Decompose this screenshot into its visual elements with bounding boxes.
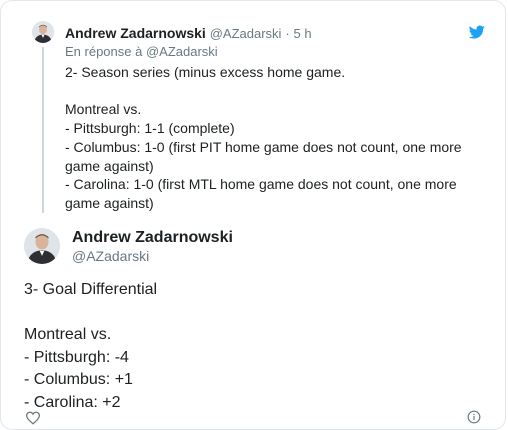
parent-line: - Carolina: 1-0 (first MTL home game doe…: [65, 176, 457, 211]
info-icon[interactable]: [467, 410, 481, 424]
main-line: - Carolina: +2: [24, 393, 121, 411]
main-tweet-text: 3- Goal Differential Montreal vs. - Pitt…: [24, 279, 484, 414]
parent-tweet-header: Andrew Zadarnowski @AZadarski · 5 h: [65, 25, 312, 42]
main-author-avatar[interactable]: [24, 228, 60, 264]
separator-dot: ·: [285, 26, 290, 41]
reply-context[interactable]: En réponse à @AZadarski: [65, 44, 218, 60]
thread-connector-line: [42, 47, 44, 213]
parent-tweet-timestamp[interactable]: 5 h: [294, 26, 312, 41]
parent-line: Montreal vs.: [65, 101, 142, 118]
main-line: Montreal vs.: [24, 326, 112, 343]
parent-author-handle[interactable]: @AZadarski: [210, 26, 282, 41]
main-line: - Pittsburgh: -4: [24, 348, 129, 366]
main-author-name[interactable]: Andrew Zadarnowski: [72, 228, 233, 247]
parent-line: - Columbus: 1-0 (first PIT home game doe…: [65, 138, 462, 174]
parent-line: 2- Season series (minus excess home game…: [65, 64, 346, 80]
parent-line: - Pittsburgh: 1-1 (complete): [65, 120, 235, 137]
main-line: - Columbus: +1: [24, 371, 133, 388]
heart-icon[interactable]: [25, 411, 41, 425]
parent-author-name[interactable]: Andrew Zadarnowski: [65, 25, 206, 41]
embedded-tweet-card: Andrew Zadarnowski @AZadarski · 5 h En r…: [0, 0, 506, 430]
main-line: 3- Goal Differential: [24, 281, 158, 298]
parent-tweet-text: 2- Season series (minus excess home game…: [65, 63, 485, 213]
twitter-bird-icon[interactable]: [469, 24, 485, 40]
parent-author-avatar[interactable]: [32, 21, 54, 43]
main-author-handle[interactable]: @AZadarski: [72, 248, 149, 265]
